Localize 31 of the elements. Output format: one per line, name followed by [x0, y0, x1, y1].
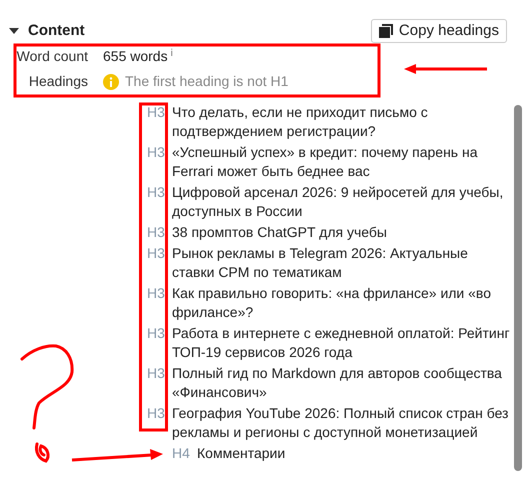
heading-text[interactable]: Рынок рекламы в Telegram 2026: Актуальные ставки CPM по тематикам [172, 244, 510, 282]
heading-level: H3 [147, 143, 166, 162]
section-title: Content [28, 20, 85, 41]
heading-text[interactable]: Полный гид по Markdown для авторов сообщества «Финансович» [172, 364, 510, 402]
heading-level: H3 [147, 284, 166, 303]
info-icon [103, 74, 119, 90]
heading-text[interactable]: География YouTube 2026: Полный список стран без рекламы и регионы с доступной монетизацией [172, 404, 510, 442]
heading-text[interactable]: «Успешный успех» в кредит: почему парень на Ferrari может быть беднее вас [172, 143, 510, 181]
heading-text[interactable]: Работа в интернете с ежедневной оплатой: Рейтинг ТОП-19 сервисов 2026 года [172, 324, 510, 362]
copy-icon [378, 24, 393, 38]
heading-level: H3 [147, 404, 166, 423]
warning-text: The first heading is not H1 [125, 72, 288, 91]
heading-text[interactable]: Цифровой арсенал 2026: 9 нейросетей для учебы, доступных в России [172, 183, 510, 221]
info-mark[interactable]: i [170, 46, 173, 61]
stat-value: 655 words [103, 47, 168, 66]
heading-text[interactable]: Что делать, если не приходит письмо с подтверждением регистрации? [172, 103, 510, 141]
heading-level: H3 [147, 364, 166, 383]
copy-headings-button[interactable]: Copy headings [370, 19, 507, 43]
scrollbar-thumb[interactable] [514, 105, 522, 471]
heading-level: H3 [147, 103, 166, 122]
stat-label: Word count [16, 47, 89, 66]
heading-text[interactable]: Комментарии [197, 444, 286, 463]
heading-level: H3 [147, 183, 166, 202]
heading-text[interactable]: Как правильно говорить: «на фрилансе» или «во фрилансе»? [172, 284, 510, 322]
stat-label: Headings [28, 72, 89, 91]
heading-level: H3 [147, 244, 166, 263]
heading-level: H3 [147, 324, 166, 343]
heading-text[interactable]: 38 промптов ChatGPT для учебы [172, 223, 387, 242]
heading-level: H3 [147, 223, 166, 242]
heading-level: H4 [172, 444, 191, 463]
caret-icon[interactable] [9, 27, 19, 35]
